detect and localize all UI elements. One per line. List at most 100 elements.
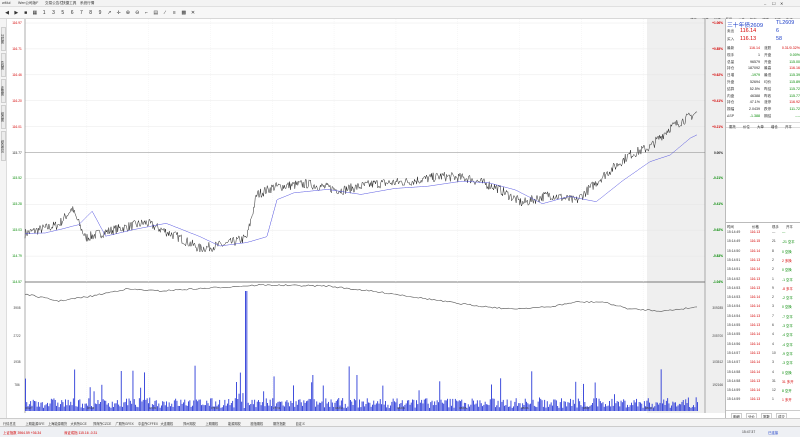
volume-bar <box>501 401 503 411</box>
quote-value: 115.00 <box>789 59 800 64</box>
volume-bar <box>250 404 252 411</box>
quote-tab[interactable]: 增仓 <box>771 124 778 129</box>
volume-bar <box>500 378 502 411</box>
left-tab-combo[interactable]: 组合图 <box>0 105 6 129</box>
volume-bar <box>296 404 298 411</box>
left-tab-trend[interactable]: 走势图 <box>0 79 6 103</box>
volume-bar <box>219 399 221 411</box>
number-7-icon[interactable]: 7 <box>78 10 84 16</box>
crosshair-icon[interactable]: ✛ <box>116 10 122 16</box>
volume-bar <box>572 399 574 411</box>
title-menu-2[interactable]: 快捷工具 <box>62 1 76 6</box>
volume-bar <box>606 406 608 411</box>
number-6-icon[interactable]: 6 <box>69 10 75 16</box>
window-close-icon[interactable]: ✕ <box>780 1 783 6</box>
title-menu-1[interactable]: 交易公告栏 <box>45 1 63 6</box>
x-axis-tick: 08/06 <box>521 406 529 410</box>
table-row: 15:14:53 116.13 9 -8 多平 <box>726 285 800 292</box>
layers-icon[interactable]: ≡ <box>171 10 177 16</box>
number-9-icon[interactable]: 9 <box>97 10 103 16</box>
volume-bar <box>517 405 518 411</box>
volume-bar <box>549 404 551 411</box>
volume-bar <box>574 403 575 411</box>
quote-tab[interactable]: 价位 <box>743 124 750 129</box>
percent-axis-label: -0.21% <box>712 176 723 181</box>
title-menu-3[interactable]: 系统行情 <box>80 1 94 6</box>
volume-bar <box>530 403 531 411</box>
volume-bar <box>599 401 601 411</box>
left-tab-kline[interactable]: K线图 <box>0 53 6 77</box>
forward-icon[interactable]: ▶ <box>13 10 19 16</box>
volume-bar <box>553 399 555 411</box>
volume-bar <box>203 405 205 411</box>
volume-bar <box>554 399 556 411</box>
volume-bar <box>418 390 420 411</box>
volume-bar <box>482 406 483 411</box>
chart-icon[interactable]: ▤ <box>153 10 159 16</box>
tick-price: 116.15 <box>750 239 761 244</box>
quote-label: 均价 <box>764 80 772 84</box>
volume-bar <box>94 403 96 411</box>
volume-bar <box>478 406 480 411</box>
quote-tab[interactable]: 大单 <box>757 124 764 129</box>
intraday-chart[interactable]: 116.97 116.71 116.46 116.20 116.01 115.77 115.… <box>7 19 725 413</box>
volume-bar <box>448 407 450 411</box>
tick-open-close: -8 多平 <box>782 286 793 291</box>
price-axis-label: 114.79 <box>12 254 22 259</box>
volume-bar <box>633 400 635 411</box>
volume-bar <box>611 398 613 411</box>
volume-bar <box>61 400 63 411</box>
square-icon[interactable]: ■ <box>23 10 29 16</box>
left-tab-intraday[interactable]: 分时图 <box>0 27 6 51</box>
line-icon[interactable]: ∕ <box>162 10 168 16</box>
volume-bar <box>171 403 173 411</box>
number-5-icon[interactable]: 5 <box>60 10 66 16</box>
tick-open-close: -4 空平 <box>782 333 793 338</box>
bracket-icon[interactable]: ⌐ <box>144 10 150 16</box>
number-8-icon[interactable]: 8 <box>88 10 94 16</box>
volume-bar <box>489 399 491 411</box>
volume-bar <box>445 400 447 411</box>
volume-bar <box>619 406 621 411</box>
arrow-icon[interactable]: ↗ <box>106 10 112 16</box>
close-icon[interactable]: ✕ <box>190 10 196 16</box>
left-tab-news[interactable]: 综合资讯 <box>0 131 6 161</box>
volume-bar <box>256 401 258 411</box>
tick-time: 15:14:58 <box>727 378 741 383</box>
volume-bar <box>228 399 230 411</box>
volume-bar <box>421 399 423 411</box>
volume-bar <box>655 402 657 411</box>
volume-bar <box>241 401 243 411</box>
volume-bar <box>607 405 609 411</box>
back-icon[interactable]: ◀ <box>4 10 10 16</box>
grid2-icon[interactable]: ▩ <box>181 10 187 16</box>
table-row: 15:14:53 116.14 2 -2 空平 <box>726 294 800 301</box>
volume-bar <box>387 404 389 411</box>
volume-bar <box>359 399 360 411</box>
chart-canvas[interactable] <box>7 19 725 413</box>
quote-tab[interactable]: 委托 <box>729 124 736 129</box>
volume-bar <box>592 403 593 411</box>
tick-open-close: 0 空换 <box>782 249 792 254</box>
window-max-icon[interactable]: ☐ <box>772 1 776 6</box>
volume-bar <box>673 402 675 411</box>
window-min-icon[interactable]: – <box>764 1 766 6</box>
volume-bar <box>365 404 367 411</box>
volume-bar <box>564 401 566 411</box>
volume-bar <box>659 402 661 411</box>
tick-open-close: -3 空平 <box>782 324 793 328</box>
quote-tab[interactable]: 开平 <box>785 124 792 129</box>
zoom-in-icon[interactable]: ⊕ <box>125 10 131 16</box>
number-3-icon[interactable]: 3 <box>51 10 57 16</box>
volume-bar <box>662 403 663 411</box>
grid-icon[interactable]: ▦ <box>32 10 38 16</box>
zoom-out-icon[interactable]: ⊖ <box>134 10 140 16</box>
number-1-icon[interactable]: 1 <box>41 10 47 16</box>
volume-bar <box>180 399 182 411</box>
x-axis-tick: 07/30 <box>211 406 219 410</box>
volume-bar <box>239 372 241 411</box>
volume-bar <box>102 399 104 411</box>
title-menu-0[interactable]: Wen公司版F <box>18 1 38 6</box>
volume-bar <box>164 405 166 411</box>
volume-bar <box>487 404 489 411</box>
